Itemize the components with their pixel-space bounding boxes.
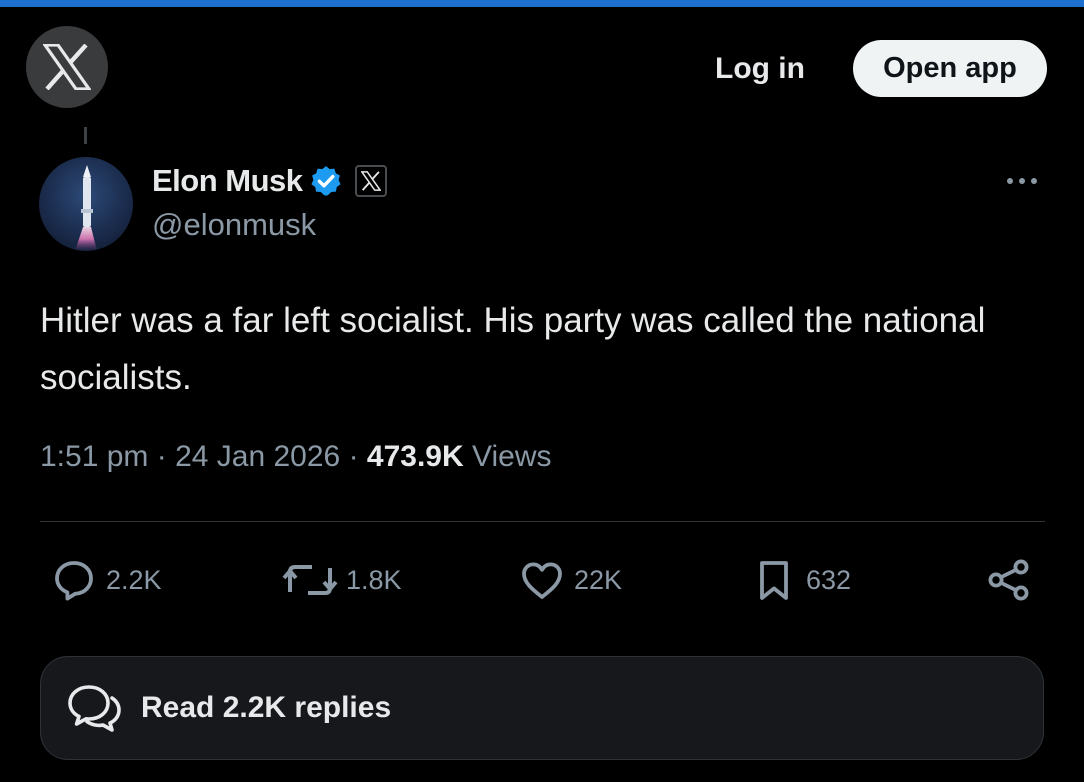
author-handle[interactable]: @elonmusk bbox=[152, 207, 316, 243]
replies-bubble-icon bbox=[68, 685, 121, 732]
reply-button[interactable]: 2.2K bbox=[50, 556, 162, 604]
author-name[interactable]: Elon Musk bbox=[152, 163, 303, 199]
x-logo-icon[interactable] bbox=[26, 26, 108, 108]
author-row: Elon Musk bbox=[152, 160, 387, 202]
views-label: Views bbox=[472, 440, 552, 473]
bookmark-count: 632 bbox=[806, 564, 852, 595]
read-replies-button[interactable]: Read 2.2K replies bbox=[40, 656, 1044, 760]
tweet-meta: 1:51 pm · 24 Jan 2026 · 473.9K Views bbox=[40, 440, 551, 474]
tweet-date[interactable]: 24 Jan 2026 bbox=[175, 440, 340, 473]
thread-line bbox=[84, 127, 87, 144]
tweet-time[interactable]: 1:51 pm bbox=[40, 440, 148, 473]
repost-count: 1.8K bbox=[346, 564, 402, 595]
views-count: 473.9K bbox=[366, 440, 464, 473]
heart-icon bbox=[522, 562, 562, 599]
repost-button[interactable]: 1.8K bbox=[282, 556, 402, 604]
tweet-text: Hitler was a far left socialist. His par… bbox=[40, 301, 986, 397]
avatar[interactable] bbox=[39, 157, 133, 251]
like-button[interactable]: 22K bbox=[518, 556, 622, 604]
verified-badge-icon[interactable] bbox=[309, 164, 343, 198]
meta-separator: · bbox=[156, 440, 176, 473]
share-icon bbox=[988, 559, 1029, 601]
bookmark-button[interactable]: 632 bbox=[750, 556, 851, 604]
top-accent-bar bbox=[0, 0, 1084, 7]
like-count: 22K bbox=[574, 564, 623, 595]
read-replies-label: Read 2.2K replies bbox=[141, 691, 392, 724]
meta-separator: · bbox=[348, 440, 367, 473]
repost-icon bbox=[282, 565, 338, 595]
login-button[interactable]: Log in bbox=[690, 44, 830, 94]
bookmark-icon bbox=[760, 561, 788, 600]
x-badge-icon[interactable] bbox=[354, 165, 387, 197]
open-app-button[interactable]: Open app bbox=[853, 40, 1047, 97]
more-options-icon[interactable] bbox=[1000, 166, 1044, 196]
reply-count: 2.2K bbox=[106, 564, 162, 595]
divider bbox=[40, 521, 1045, 522]
share-button[interactable] bbox=[985, 556, 1033, 604]
reply-icon bbox=[55, 561, 93, 601]
